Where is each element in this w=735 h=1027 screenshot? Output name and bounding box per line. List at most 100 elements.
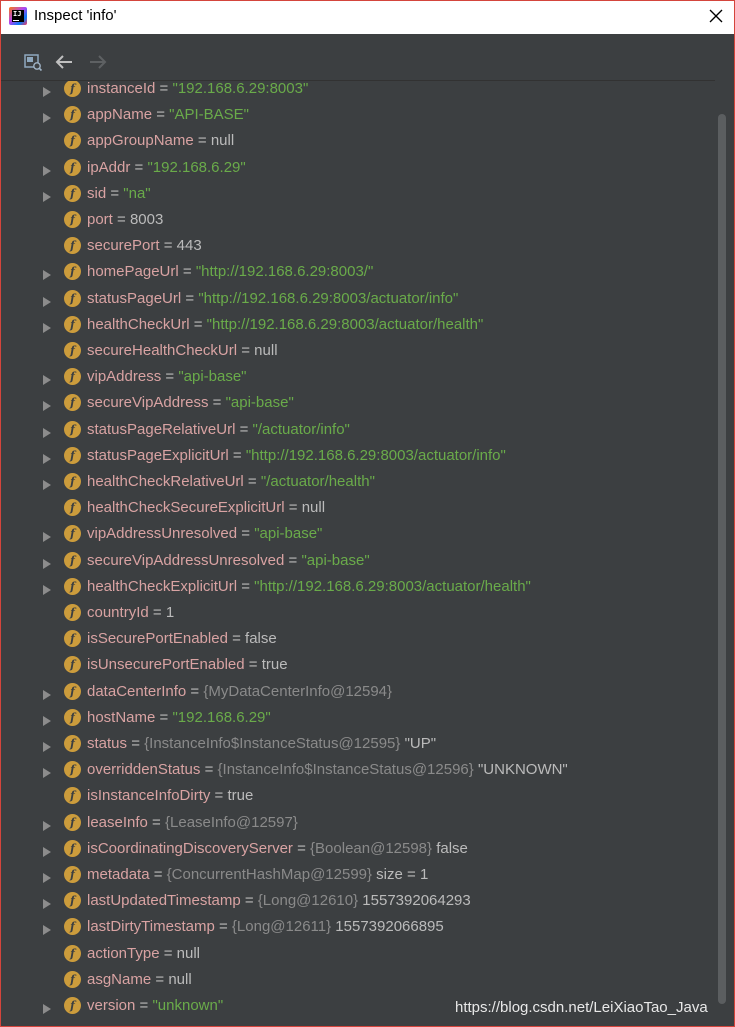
field-icon: f [64, 394, 81, 412]
equals-sign: = [155, 80, 173, 97]
equals-sign: = [292, 839, 311, 857]
tree-row[interactable]: f statusPageUrl = "http://192.168.6.29:80… [1, 286, 715, 312]
tree-row[interactable]: f secureVipAddress = "api-base" [1, 390, 715, 416]
tree-row[interactable]: f asgName = null [1, 967, 715, 993]
object-reference: {MyDataCenterInfo@12594} [203, 682, 393, 700]
tree-row[interactable]: f appName = "API-BASE" [1, 102, 715, 128]
equals-sign: = [227, 630, 246, 648]
expand-arrow-icon[interactable] [42, 371, 52, 386]
tree-row[interactable]: f isCoordinatingDiscoveryServer = {Boolea… [1, 836, 715, 862]
expand-arrow-icon[interactable] [42, 843, 52, 857]
back-button[interactable] [54, 52, 74, 72]
tree-row[interactable]: f healthCheckExplicitUrl = "http://192.16… [1, 574, 715, 600]
tree-row[interactable]: f secureVipAddressUnresolved = "api-base" [1, 548, 715, 574]
string-value: "http://192.168.6.29:8003/actuator/info" [198, 289, 459, 307]
field-name: isCoordinatingDiscoveryServer [87, 839, 293, 857]
watermark: https://blog.csdn.net/LeiXiaoTao_Java [455, 999, 708, 1016]
expand-arrow-icon[interactable] [42, 895, 52, 910]
forward-button[interactable] [88, 52, 108, 72]
field-name: dataCenterInfo [87, 682, 187, 700]
expand-arrow-icon[interactable] [42, 162, 52, 176]
tree-row[interactable]: f statusPageExplicitUrl = "http://192.168… [1, 443, 715, 469]
expand-arrow-icon[interactable] [42, 738, 52, 752]
tree-row[interactable]: f countryId = 1 [1, 600, 715, 626]
tree-row[interactable]: f appGroupName = null [1, 128, 715, 154]
field-entry: sid = "na" [87, 181, 151, 207]
tree-row[interactable]: f instanceId = "192.168.6.29:8003" [1, 80, 715, 102]
tree-row[interactable]: f isSecurePortEnabled = false [1, 626, 715, 652]
tree-row[interactable]: f healthCheckUrl = "http://192.168.6.29:8… [1, 312, 715, 338]
tree-row[interactable]: f securePort = 443 [1, 233, 715, 259]
expand-arrow-icon[interactable] [42, 528, 52, 543]
close-button[interactable] [706, 6, 726, 26]
equals-sign: = [148, 604, 166, 621]
tree-row[interactable]: f dataCenterInfo = {MyDataCenterInfo@1259… [1, 679, 715, 705]
tree-row[interactable]: f ipAddr = "192.168.6.29" [1, 155, 715, 181]
expand-arrow-icon[interactable] [42, 319, 52, 333]
tree-row[interactable]: f hostName = "192.168.6.29" [1, 705, 715, 731]
tree-row[interactable]: f overriddenStatus = {InstanceInfo$Instan… [1, 757, 715, 783]
tree-row[interactable]: f actionType = null [1, 941, 715, 967]
tree-row[interactable]: f healthCheckRelativeUrl = "/actuator/hea… [1, 469, 715, 495]
expand-arrow-icon[interactable] [42, 686, 52, 700]
expand-arrow-icon[interactable] [42, 424, 52, 438]
tree-row[interactable]: f sid = "na" [1, 181, 715, 207]
field-entry: overriddenStatus = {InstanceInfo$Instanc… [87, 757, 568, 783]
field-value: null [301, 499, 326, 517]
expand-arrow-icon[interactable] [42, 266, 52, 281]
tree-row[interactable]: f status = {InstanceInfo$InstanceStatus@1… [1, 731, 715, 757]
tree-row[interactable]: f metadata = {ConcurrentHashMap@12599} si… [1, 862, 715, 888]
expand-arrow-icon[interactable] [42, 581, 52, 595]
expand-arrow-icon[interactable] [42, 83, 52, 97]
inspect-button[interactable] [23, 52, 43, 72]
field-icon: f [64, 656, 81, 674]
expand-arrow-icon[interactable] [42, 764, 52, 779]
field-name: statusPageExplicitUrl [87, 446, 229, 464]
object-reference: {InstanceInfo$InstanceStatus@12595} [144, 735, 401, 752]
field-name: securePort [87, 237, 160, 255]
tree-row[interactable]: f lastUpdatedTimestamp = {Long@12610} 155… [1, 888, 715, 914]
equals-sign: = [159, 237, 177, 255]
expand-arrow-icon[interactable] [42, 555, 52, 569]
expand-arrow-icon[interactable] [42, 1000, 52, 1014]
equals-sign: = [243, 473, 261, 490]
tree-row[interactable]: f statusPageRelativeUrl = "/actuator/info… [1, 417, 715, 443]
expand-arrow-icon[interactable] [42, 188, 52, 202]
equals-sign: = [244, 656, 262, 674]
field-icon: f [64, 368, 81, 386]
variables-tree[interactable]: f instanceId = "192.168.6.29:8003" f appNam… [1, 80, 715, 1026]
expand-arrow-icon[interactable] [42, 817, 52, 831]
expand-arrow-icon[interactable] [42, 476, 52, 490]
tree-row[interactable]: f leaseInfo = {LeaseInfo@12597} [1, 810, 715, 836]
tree-row[interactable]: f vipAddress = "api-base" [1, 364, 715, 390]
tree-row[interactable]: f lastDirtyTimestamp = {Long@12611} 15573… [1, 914, 715, 940]
tree-row[interactable]: f port = 8003 [1, 207, 715, 233]
field-name: lastUpdatedTimestamp [87, 892, 241, 910]
object-reference: {InstanceInfo$InstanceStatus@12596} [217, 761, 474, 779]
equals-sign: = [284, 499, 302, 517]
expand-arrow-icon[interactable] [42, 109, 52, 124]
toolbar [1, 34, 734, 80]
tree-row[interactable]: f secureHealthCheckUrl = null [1, 338, 715, 364]
field-name: sid [87, 184, 107, 202]
tree-row[interactable]: f isUnsecurePortEnabled = true [1, 652, 715, 678]
field-icon: f [64, 499, 81, 517]
tree-row[interactable]: f homePageUrl = "http://192.168.6.29:8003… [1, 259, 715, 285]
scrollbar-thumb[interactable] [718, 114, 726, 1004]
field-entry: vipAddress = "api-base" [87, 364, 247, 390]
expand-arrow-icon[interactable] [42, 712, 52, 726]
tree-row[interactable]: f isInstanceInfoDirty = true [1, 783, 715, 809]
equals-sign: = [127, 735, 145, 752]
tree-row[interactable]: f healthCheckSecureExplicitUrl = null [1, 495, 715, 521]
expand-arrow-icon[interactable] [42, 869, 52, 883]
field-name: statusPageUrl [87, 289, 182, 307]
expand-arrow-icon[interactable] [42, 921, 52, 936]
vertical-scrollbar[interactable] [715, 80, 734, 1026]
expand-arrow-icon[interactable] [42, 293, 52, 307]
equals-sign: = [149, 866, 167, 883]
field-icon: f [64, 787, 81, 805]
expand-arrow-icon[interactable] [42, 397, 52, 412]
expand-arrow-icon[interactable] [42, 450, 52, 464]
tree-row[interactable]: f vipAddressUnresolved = "api-base" [1, 521, 715, 547]
field-entry: securePort = 443 [87, 233, 202, 259]
